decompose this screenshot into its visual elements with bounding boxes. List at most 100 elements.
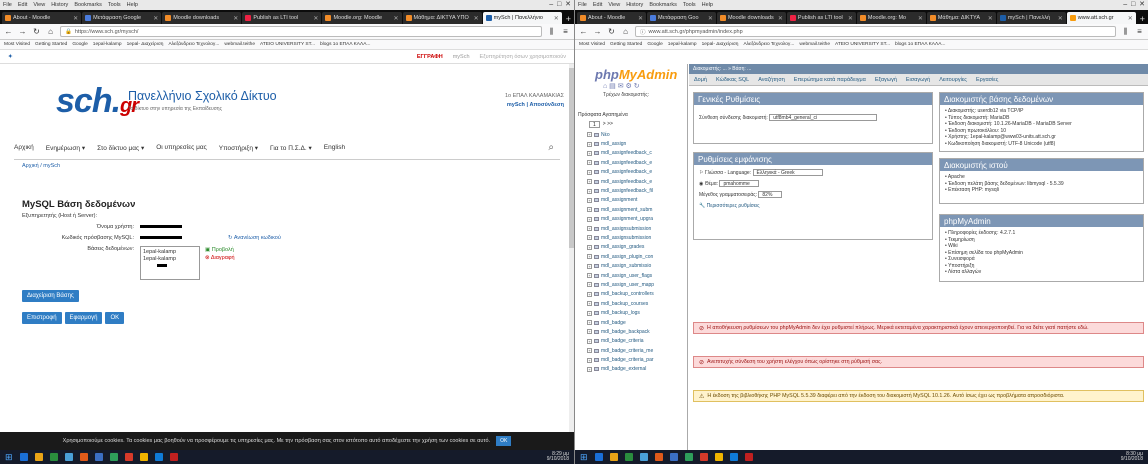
taskbar-app-icon[interactable]	[19, 453, 28, 461]
delete-link[interactable]: ⊗ Διαγραφή	[205, 254, 235, 262]
back-arrow-icon[interactable]: ←	[579, 27, 588, 36]
close-tab-icon[interactable]: ✕	[73, 15, 78, 22]
font-size-select[interactable]: 82%	[758, 191, 783, 198]
taskbar-app-icon[interactable]	[64, 453, 73, 461]
menu-file[interactable]: File	[578, 2, 587, 8]
nav-item[interactable]: Οι υπηρεσίες μας	[156, 144, 206, 151]
window-controls[interactable]: – □ ✕	[549, 0, 571, 8]
menu-help[interactable]: Help	[702, 2, 713, 8]
expand-icon[interactable]: +	[587, 132, 592, 138]
menu-edit[interactable]: Edit	[18, 2, 27, 8]
taskbar-app-icon[interactable]	[109, 453, 118, 461]
collation-select[interactable]: utf8mb4_general_ci	[769, 114, 878, 121]
browser-tab[interactable]: Publish as LTI tool ✕	[786, 12, 856, 24]
bookmark-item[interactable]: Getting Started	[35, 42, 67, 47]
pma-tab[interactable]: Επερώτημα κατά παράδειγμα	[794, 77, 866, 83]
tree-item[interactable]: + mdl_assign_plugin_con	[587, 252, 687, 261]
db-item[interactable]: 1epal-kalamp	[143, 256, 197, 263]
menu-bookmarks[interactable]: Bookmarks	[649, 2, 677, 8]
menu-icon[interactable]: ≡	[1135, 27, 1144, 36]
windows-start-icon[interactable]: ⊞	[5, 452, 13, 463]
forward-arrow-icon[interactable]: →	[18, 27, 27, 36]
tree-item[interactable]: + Νέο	[587, 130, 687, 139]
pma-logo[interactable]: phpMyAdmin	[595, 67, 687, 82]
expand-icon[interactable]: +	[587, 141, 592, 147]
bookmark-item[interactable]: blogs 1o ΕΠΑΛ ΚΑΛΑ...	[320, 42, 370, 47]
bookmark-item[interactable]: Most Visited	[579, 42, 605, 47]
pma-tab[interactable]: Λειτουργίες	[939, 77, 967, 83]
library-icon[interactable]: ⫼	[547, 27, 556, 37]
taskbar-app-icon[interactable]	[714, 453, 723, 461]
bookmark-item[interactable]: Αλεξάνδρειο Τεχνολογ...	[168, 42, 219, 47]
url-bar[interactable]: 🔒 https://www.sch.gr/mysch/	[60, 26, 542, 37]
reload-icon[interactable]: ↻	[32, 27, 41, 36]
expand-icon[interactable]: +	[587, 338, 592, 344]
expand-icon[interactable]: +	[587, 235, 592, 241]
bookmark-item[interactable]: ATEIO UNIVERSITY ST...	[260, 42, 315, 47]
tree-item[interactable]: + mdl_assignment	[587, 196, 687, 205]
expand-icon[interactable]: +	[587, 301, 592, 307]
windows-start-icon[interactable]: ⊞	[580, 452, 588, 463]
tree-item[interactable]: + mdl_backup_logs	[587, 308, 687, 317]
expand-icon[interactable]: +	[587, 273, 592, 279]
bookmark-item[interactable]: Αλεξάνδρειο Τεχνολογ...	[743, 42, 794, 47]
cookie-ok-button[interactable]: ΟΚ	[496, 436, 512, 446]
db-listbox[interactable]: 1epal-kalamp 1epal-kalamp	[140, 246, 200, 280]
browser-tab[interactable]: Μάθημα: ΔΙΚΤΥΑ ✕	[926, 12, 996, 24]
tree-item[interactable]: + mdl_assign_user_flags	[587, 271, 687, 280]
new-tab-icon[interactable]: +	[1137, 14, 1148, 24]
language-select[interactable]: Ελληνικά - Greek	[752, 169, 823, 176]
top-search-input[interactable]: Εξυπηρέτηση όσων χρησιμοποιούν	[480, 54, 566, 60]
browser-tab[interactable]: www.att.sch.gr ✕	[1066, 12, 1136, 24]
expand-icon[interactable]: +	[587, 197, 592, 203]
expand-icon[interactable]: +	[587, 320, 592, 325]
reload-icon[interactable]: ↻	[607, 27, 616, 36]
tree-item[interactable]: + mdl_assignsubmission	[587, 224, 687, 233]
tree-item[interactable]: + mdl_badge_backpack	[587, 327, 687, 336]
expand-icon[interactable]: +	[587, 348, 592, 354]
tree-item[interactable]: + mdl_assignment_upgra	[587, 215, 687, 224]
close-tab-icon[interactable]: ✕	[918, 15, 923, 22]
taskbar-clock[interactable]: 8:29 μμ 9/10/2018	[547, 452, 569, 462]
expand-icon[interactable]: +	[587, 282, 592, 288]
tree-item[interactable]: + mdl_assign_user_mapp	[587, 280, 687, 289]
menu-history[interactable]: History	[51, 2, 68, 8]
tree-item[interactable]: + mdl_backup_controllers	[587, 290, 687, 299]
pma-tab[interactable]: Κώδικας SQL	[716, 77, 749, 83]
close-tab-icon[interactable]: ✕	[394, 15, 399, 22]
recent-favorites-tabs[interactable]: Πρόσφατα Αγαπημένα	[578, 112, 687, 118]
bookmark-item[interactable]: Google	[72, 42, 87, 47]
taskbar-app-icon[interactable]	[684, 453, 693, 461]
bookmark-item[interactable]: 1epal- Διαχείριση	[702, 42, 739, 47]
bookmark-item[interactable]: webmail.teithe	[799, 42, 830, 47]
home-icon[interactable]: ⌂	[621, 27, 630, 36]
taskbar-app-icon[interactable]	[669, 453, 678, 461]
menu-icon[interactable]: ≡	[561, 27, 570, 36]
school-links[interactable]: mySch | Αποσύνδεση	[507, 102, 564, 108]
browser-tab[interactable]: mySch | Πανελλήνιο ✕	[482, 12, 562, 24]
search-icon[interactable]: ⌕	[548, 142, 554, 153]
breadcrumb[interactable]: Αρχική / mySch	[22, 163, 552, 169]
url-bar[interactable]: ⓘ www.att.sch.gr/phpmyadmin/index.php	[635, 26, 1116, 37]
taskbar-clock[interactable]: 8:30 μμ 9/10/2018	[1121, 452, 1143, 462]
tree-item[interactable]: + mdl_assign_grades	[587, 243, 687, 252]
bookmark-item[interactable]: 1epal- Διαχείριση	[127, 42, 164, 47]
menu-view[interactable]: View	[33, 2, 45, 8]
pma-tab[interactable]: Αναζήτηση	[758, 77, 785, 83]
expand-icon[interactable]: +	[587, 291, 592, 297]
bookmark-item[interactable]: 1epal-kalamp	[93, 42, 122, 47]
menu-bookmarks[interactable]: Bookmarks	[74, 2, 102, 8]
nav-item[interactable]: Υποστήριξη ▾	[219, 144, 258, 152]
close-tab-icon[interactable]: ✕	[848, 15, 853, 22]
manage-db-button[interactable]: Διαχείριση Βάσης	[22, 290, 79, 302]
close-tab-icon[interactable]: ✕	[988, 15, 993, 22]
taskbar-app-icon[interactable]	[34, 453, 43, 461]
mysch-link[interactable]: mySch	[453, 54, 470, 60]
forward-arrow-icon[interactable]: →	[593, 27, 602, 36]
view-link[interactable]: ▣ Προβολή	[205, 246, 235, 254]
tree-item[interactable]: + mdl_assignsubmission	[587, 233, 687, 242]
expand-icon[interactable]: +	[587, 329, 592, 335]
new-tab-icon[interactable]: +	[563, 14, 574, 24]
browser-tab[interactable]: Μετάφραση Google ✕	[82, 12, 162, 24]
expand-icon[interactable]: +	[587, 169, 592, 175]
